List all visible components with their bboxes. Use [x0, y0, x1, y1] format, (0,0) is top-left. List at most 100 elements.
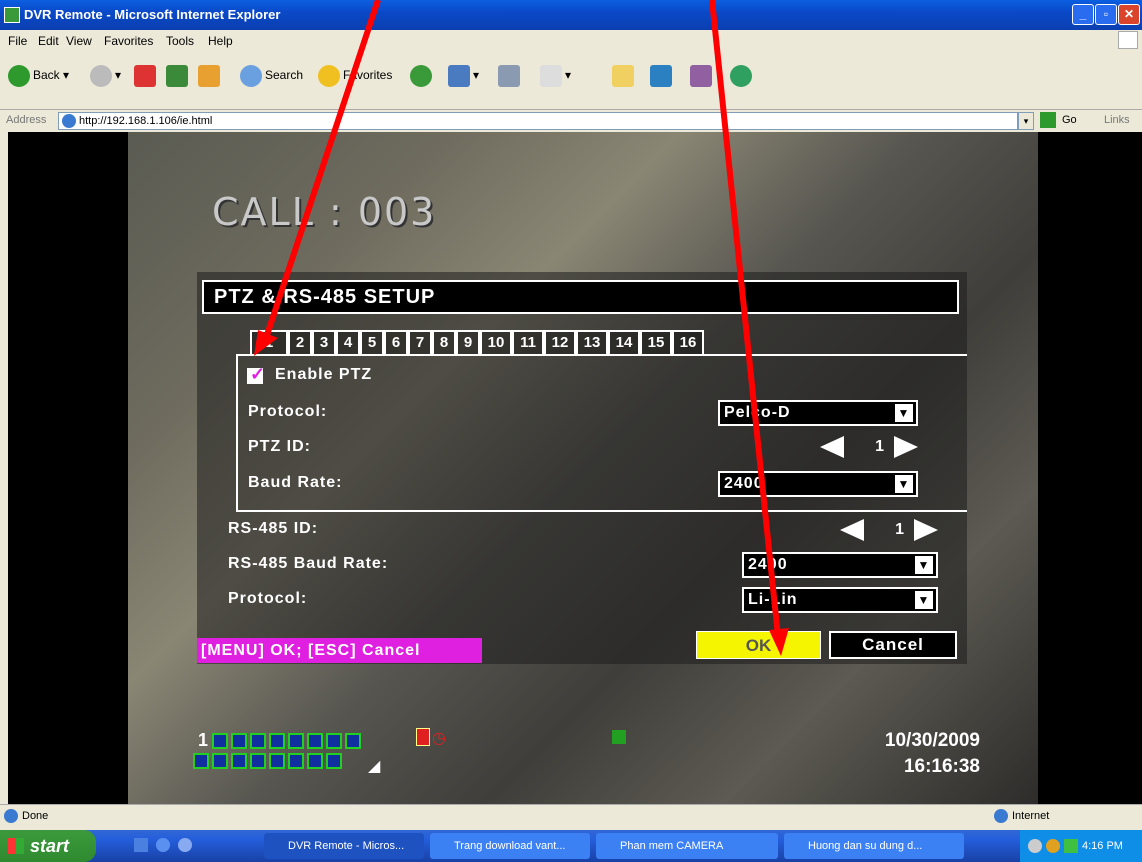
refresh-icon: [166, 64, 188, 87]
decrement-arrow-icon[interactable]: [840, 519, 864, 541]
stop-button[interactable]: [134, 62, 159, 88]
back-button[interactable]: Back ▾: [8, 62, 69, 88]
edit-button[interactable]: ▾: [540, 62, 571, 88]
print-button[interactable]: [498, 62, 523, 88]
refresh-button[interactable]: [166, 62, 191, 88]
tab-15[interactable]: 15: [640, 330, 672, 354]
tab-10[interactable]: 10: [480, 330, 512, 354]
security-zone: Internet: [1012, 810, 1050, 822]
tray-icon[interactable]: [1028, 839, 1042, 853]
enable-ptz-checkbox[interactable]: ✓: [247, 364, 265, 384]
mail-button[interactable]: ▾: [448, 62, 479, 88]
rs485-id-label: RS-485 ID:: [228, 520, 319, 537]
tray-icon-3[interactable]: [1064, 839, 1078, 853]
menu-tools[interactable]: Tools: [166, 34, 194, 48]
messenger-icon: [650, 64, 672, 87]
go-arrow-icon[interactable]: [1040, 112, 1056, 128]
menu-file[interactable]: File: [8, 34, 27, 48]
cancel-button[interactable]: Cancel: [829, 631, 957, 659]
ptz-id-label: PTZ ID:: [248, 438, 311, 455]
chevron-down-icon: ▼: [895, 404, 913, 422]
channel-status-grid-row2: [193, 753, 363, 773]
go-button[interactable]: Go: [1062, 114, 1077, 126]
menu-edit[interactable]: Edit: [38, 34, 59, 48]
links-button[interactable]: Links: [1104, 114, 1130, 126]
tray-icon-2[interactable]: [1046, 839, 1060, 853]
ie-page-icon: [4, 809, 18, 823]
minimize-button[interactable]: _: [1072, 4, 1094, 25]
forward-button[interactable]: ▾: [90, 62, 121, 88]
word-icon: [540, 64, 562, 87]
tab-6[interactable]: 6: [384, 330, 408, 354]
favorites-button[interactable]: Favorites: [318, 62, 392, 88]
tab-1[interactable]: 1: [250, 330, 288, 354]
record-icon: [416, 728, 430, 746]
quicklaunch-icon[interactable]: [134, 838, 148, 852]
channel-label: 1: [198, 730, 209, 750]
speaker-icon: ◢: [368, 758, 381, 775]
maximize-button[interactable]: ▫: [1095, 4, 1117, 25]
rs485-protocol-select[interactable]: Li-Lin ▼: [742, 587, 938, 613]
increment-arrow-icon[interactable]: [914, 519, 938, 541]
menu-view[interactable]: View: [66, 34, 92, 48]
start-button[interactable]: start: [0, 830, 96, 862]
protocol-select[interactable]: Pelco-D ▼: [718, 400, 918, 426]
network-icon: [612, 730, 626, 744]
tab-3[interactable]: 3: [312, 330, 336, 354]
people-button[interactable]: [730, 62, 755, 88]
protocol-label: Protocol:: [248, 403, 328, 420]
rs485-id-spinner[interactable]: 1: [840, 517, 938, 543]
tab-16[interactable]: 16: [672, 330, 704, 354]
close-button[interactable]: ✕: [1118, 4, 1140, 25]
tab-14[interactable]: 14: [608, 330, 640, 354]
clock: 4:16 PM: [1082, 840, 1123, 852]
task-huong-dan[interactable]: Huong dan su dung d...: [784, 833, 964, 859]
forward-arrow-icon: [90, 64, 112, 87]
tab-5[interactable]: 5: [360, 330, 384, 354]
enable-ptz-label: Enable PTZ: [275, 366, 373, 383]
folder-button[interactable]: [612, 62, 637, 88]
time-text: 16:16:38: [903, 756, 980, 777]
tab-9[interactable]: 9: [456, 330, 480, 354]
baud-rate-label: Baud Rate:: [248, 474, 343, 491]
task-phan-mem-camera[interactable]: Phan mem CAMERA: [596, 833, 778, 859]
date-time-display: 10/30/2009 16:16:38: [820, 728, 980, 780]
history-button[interactable]: [410, 62, 435, 88]
ie-page-icon: [62, 114, 76, 128]
books-icon: [690, 64, 712, 87]
tab-4[interactable]: 4: [336, 330, 360, 354]
status-text: Done: [22, 810, 49, 822]
star-icon: [318, 64, 340, 87]
task-dvr-remote[interactable]: DVR Remote - Micros...: [264, 833, 424, 859]
task-trang-download[interactable]: Trang download vant...: [430, 833, 590, 859]
tab-7[interactable]: 7: [408, 330, 432, 354]
tab-2[interactable]: 2: [288, 330, 312, 354]
desktop-icon[interactable]: [178, 838, 192, 852]
address-input[interactable]: http://192.168.1.106/ie.html: [58, 112, 1018, 130]
increment-arrow-icon[interactable]: [894, 436, 918, 458]
tab-8[interactable]: 8: [432, 330, 456, 354]
address-dropdown-icon[interactable]: ▾: [1018, 112, 1034, 130]
stop-icon: [134, 64, 156, 87]
checkmark-icon: ✓: [250, 364, 266, 384]
camera-label: CALL : 003: [212, 190, 437, 234]
menu-favorites[interactable]: Favorites: [104, 34, 153, 48]
menu-help[interactable]: Help: [208, 34, 233, 48]
back-arrow-icon: [8, 64, 30, 87]
rs485-baud-select[interactable]: 2400 ▼: [742, 552, 938, 578]
research-button[interactable]: [690, 62, 715, 88]
baud-rate-select[interactable]: 2400 ▼: [718, 471, 918, 497]
search-button[interactable]: Search: [240, 62, 303, 88]
rs485-protocol-label: Protocol:: [228, 590, 308, 607]
system-tray: 4:16 PM: [1020, 830, 1142, 862]
decrement-arrow-icon[interactable]: [820, 436, 844, 458]
tab-11[interactable]: 11: [512, 330, 544, 354]
tab-12[interactable]: 12: [544, 330, 576, 354]
messenger-button[interactable]: [650, 62, 675, 88]
home-button[interactable]: [198, 62, 223, 88]
tab-13[interactable]: 13: [576, 330, 608, 354]
ptz-id-spinner[interactable]: 1: [820, 434, 918, 460]
windows-flag-icon: [8, 838, 24, 854]
ie-quicklaunch-icon[interactable]: [156, 838, 170, 852]
ok-button[interactable]: OK: [696, 631, 821, 659]
